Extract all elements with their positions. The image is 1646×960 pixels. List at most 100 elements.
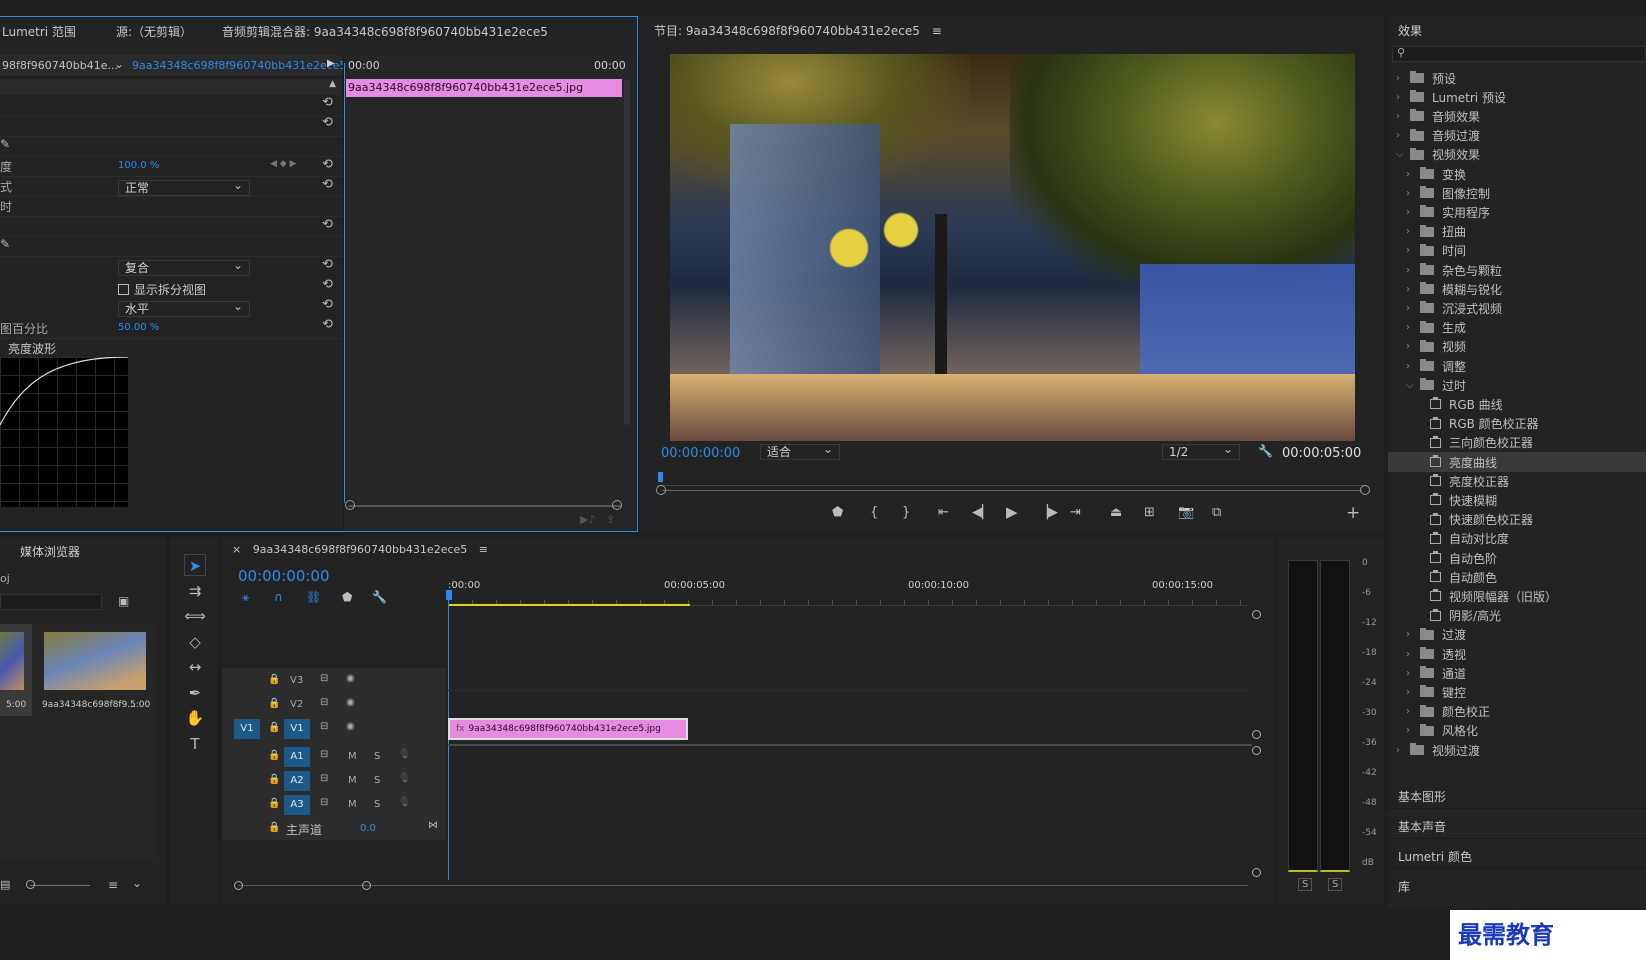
reset-icon[interactable]: ⟲ (322, 297, 333, 312)
solo-right-button[interactable]: S (1328, 878, 1343, 891)
effect-item[interactable]: 快速模糊 (1388, 490, 1646, 510)
effects-folder[interactable]: › 扭曲 (1388, 222, 1646, 242)
effects-folder[interactable]: › 模糊与锐化 (1388, 279, 1646, 299)
pen-tool-icon[interactable]: ✒ (184, 682, 206, 704)
wrench-icon[interactable]: 🔧 (1258, 444, 1273, 458)
effect-item[interactable]: 亮度曲线 (1388, 452, 1646, 472)
panel-menu-icon[interactable]: ≡ (479, 543, 488, 556)
chevron-right-icon[interactable]: › (1396, 92, 1410, 103)
slip-tool-icon[interactable]: ↔ (184, 656, 206, 678)
zoom-handle-right[interactable] (612, 500, 622, 510)
playhead-icon[interactable] (446, 590, 452, 600)
reset-icon[interactable]: ⟲ (322, 115, 333, 130)
camera-icon[interactable]: 📷 (1178, 505, 1194, 520)
add-marker-icon[interactable]: ⬟ (342, 590, 352, 604)
source-patch-v1[interactable]: V1 (234, 719, 260, 739)
section-essential-graphics[interactable]: 基本图形 (1388, 780, 1646, 809)
effects-folder[interactable]: › 过渡 (1388, 625, 1646, 645)
slider-handle[interactable] (26, 880, 35, 889)
split-percent-value[interactable]: 50.00 % (118, 322, 159, 333)
linked-selection-icon[interactable]: ⛓ (306, 590, 321, 604)
opacity-value[interactable]: 100.0 % (118, 160, 159, 171)
zoom-handle-left[interactable] (345, 500, 355, 510)
mini-clip[interactable]: 9aa34348c698f8f960740bb431e2ece5.jpg (346, 79, 622, 97)
clip-selector[interactable]: 9aa34348c698f8f960740bb431e2ece5... (132, 59, 357, 72)
collapse-up-icon[interactable]: ▲ (329, 79, 336, 89)
track-label[interactable]: A2 (284, 771, 310, 791)
luma-curve-line[interactable] (0, 357, 128, 507)
effects-folder[interactable]: › 生成 (1388, 318, 1646, 338)
effects-folder[interactable]: › 变换 (1388, 164, 1646, 184)
mark-in-icon[interactable]: { (870, 505, 878, 520)
mini-playhead-icon[interactable] (344, 63, 345, 503)
search-input[interactable] (1411, 47, 1641, 61)
sync-lock-icon[interactable]: ⊟ (320, 773, 328, 784)
effect-item[interactable]: 自动对比度 (1388, 529, 1646, 549)
timeline-clip[interactable]: fx 9aa34348c698f8f960740bb431e2ece5.jpg (448, 718, 688, 740)
solo-button[interactable]: S (374, 775, 380, 786)
reset-icon[interactable]: ⟲ (322, 95, 333, 110)
h-zoom-handle-left[interactable] (234, 881, 243, 890)
list-view-icon[interactable]: ▤ (0, 878, 10, 891)
new-bin-icon[interactable]: ▣ (118, 594, 129, 608)
effect-item[interactable]: 阴影/高光 (1388, 606, 1646, 626)
reset-icon[interactable]: ⟲ (322, 277, 333, 292)
type-tool-icon[interactable]: T (184, 733, 206, 755)
lock-icon[interactable]: 🔒 (268, 822, 280, 833)
effect-item[interactable]: 自动颜色 (1388, 567, 1646, 587)
effects-folder[interactable]: › Lumetri 预设 (1388, 87, 1646, 107)
chevron-right-icon[interactable]: › (1396, 745, 1410, 756)
v-scroll-handle[interactable] (1252, 730, 1261, 739)
sequence-name[interactable]: 9aa34348c698f8f960740bb431e2ece5 (253, 543, 468, 556)
effects-folder[interactable]: › 透视 (1388, 644, 1646, 664)
chevron-right-icon[interactable]: › (1406, 322, 1420, 333)
h-zoom-scroll[interactable] (238, 885, 1248, 886)
go-to-out-icon[interactable]: ⇥ (1070, 505, 1081, 520)
reset-icon[interactable]: ⟲ (322, 317, 333, 332)
razor-tool-icon[interactable]: ◇ (184, 631, 206, 653)
program-scrubber[interactable] (658, 472, 1366, 486)
master-value[interactable]: 0.0 (360, 823, 376, 834)
v-scroll-handle[interactable] (1252, 746, 1261, 755)
mute-button[interactable]: M (348, 775, 357, 786)
split-view-checkbox[interactable]: 显示拆分视图 (118, 281, 206, 298)
effects-folder[interactable]: › 时间 (1388, 241, 1646, 261)
effect-item[interactable]: 自动色阶 (1388, 548, 1646, 568)
eye-icon[interactable]: ◉ (346, 721, 355, 732)
chevron-right-icon[interactable]: › (1396, 111, 1410, 122)
solo-left-button[interactable]: S (1298, 878, 1313, 891)
mark-out-icon[interactable]: } (902, 505, 910, 520)
section-libraries[interactable]: 库 (1388, 870, 1646, 899)
reset-icon[interactable]: ⟲ (322, 217, 333, 232)
step-back-icon[interactable]: ◀▏ (972, 505, 992, 520)
chevron-right-icon[interactable]: › (1406, 706, 1420, 717)
effects-folder[interactable]: › 通道 (1388, 663, 1646, 683)
lock-icon[interactable]: 🔒 (268, 774, 280, 785)
track-select-tool-icon[interactable]: ⇉ (184, 580, 206, 602)
effects-title[interactable]: 效果 (1398, 22, 1422, 39)
snap-icon[interactable]: ∩ (274, 590, 283, 604)
resolution-dropdown[interactable]: 1/2 (1162, 442, 1240, 460)
lift-icon[interactable]: ⏏ (1110, 505, 1122, 520)
chevron-right-icon[interactable]: › (1406, 265, 1420, 276)
chevron-down-icon[interactable]: ⌄ (114, 57, 124, 71)
effects-folder[interactable]: › 音频效果 (1388, 106, 1646, 126)
keyframe-nav-icon[interactable]: ◀ ◆ ▶ (270, 159, 297, 169)
track-label[interactable]: V1 (284, 719, 310, 739)
chevron-down-icon[interactable]: ⌄ (132, 876, 142, 890)
zoom-scroll[interactable] (662, 490, 1362, 491)
section-lumetri-color[interactable]: Lumetri 颜色 (1388, 840, 1646, 869)
settings-wrench-icon[interactable]: 🔧 (372, 590, 387, 604)
export-icon[interactable]: ⇪ (606, 513, 615, 526)
thumbnail-2[interactable]: 9aa34348c698f8f9... 5:00 (38, 624, 154, 716)
media-browser-title[interactable]: 媒体浏览器 (20, 543, 80, 560)
zoom-handle-right[interactable] (1360, 485, 1370, 495)
selection-tool-icon[interactable]: ➤ (184, 554, 206, 576)
play-audio-icon[interactable]: ▶♪ (580, 513, 595, 526)
tab-audio-clip-mixer[interactable]: 音频剪辑混合器: 9aa34348c698f8f960740bb431e2ece… (222, 23, 548, 40)
mic-icon[interactable]: 🎙 (398, 773, 411, 784)
sync-lock-icon[interactable]: ⊟ (320, 697, 328, 708)
lock-icon[interactable]: 🔒 (268, 798, 280, 809)
chevron-right-icon[interactable]: › (1406, 341, 1420, 352)
chevron-right-icon[interactable]: › (1406, 284, 1420, 295)
